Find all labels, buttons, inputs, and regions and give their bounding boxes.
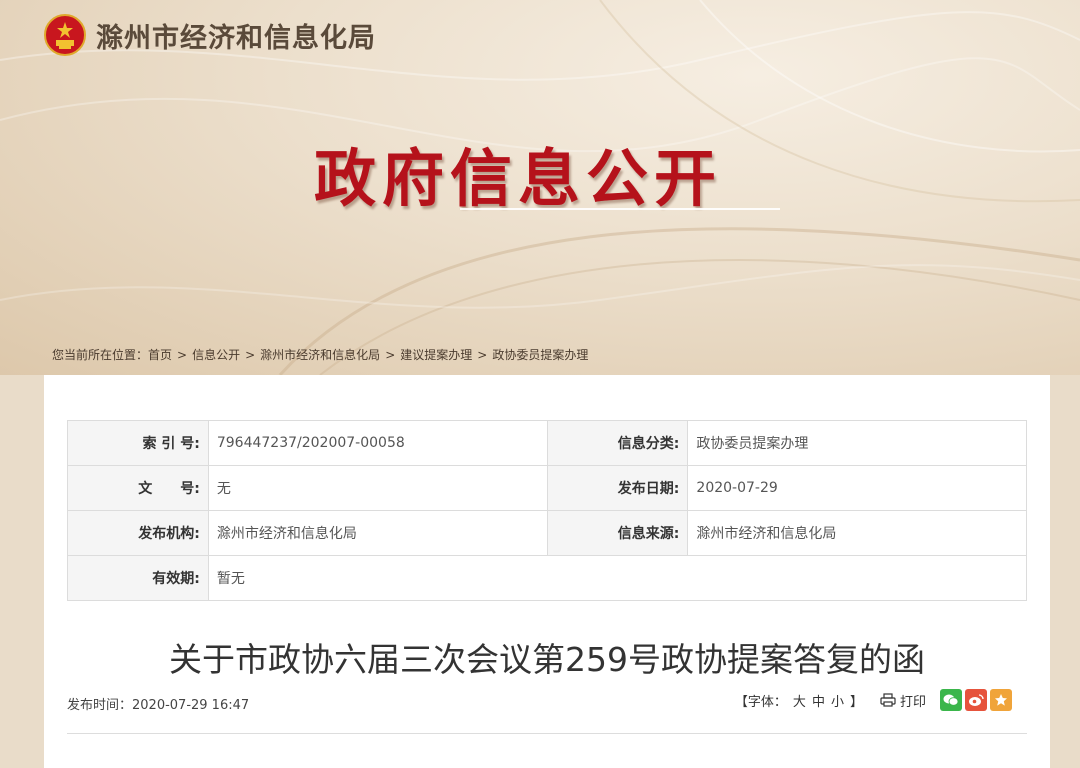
national-emblem-icon (44, 14, 86, 56)
table-row: 发布机构: 滁州市经济和信息化局 信息来源: 滁州市经济和信息化局 (67, 510, 1027, 556)
breadcrumb-separator: > (385, 348, 396, 362)
breadcrumb-prefix: 您当前所在位置： (52, 348, 149, 362)
category-value: 政协委员提案办理 (687, 420, 1027, 466)
doc-number-label: 文 号: (67, 465, 209, 511)
hero-underline (460, 208, 780, 210)
breadcrumb-separator: > (177, 348, 188, 362)
category-label: 信息分类: (546, 420, 689, 466)
table-row: 有效期: 暂无 (67, 555, 1028, 601)
favorite-star-icon[interactable] (990, 689, 1012, 711)
index-number-value: 796447237/202007-00058 (207, 420, 548, 466)
publish-date-value: 2020-07-29 (687, 465, 1027, 511)
weibo-share-icon[interactable] (965, 689, 987, 711)
site-logo[interactable]: 滁州市经济和信息化局 (44, 14, 376, 56)
print-button[interactable]: 打印 (880, 691, 926, 710)
printer-icon (880, 693, 896, 707)
info-meta-table: 索 引 号: 796447237/202007-00058 信息分类: 政协委员… (67, 420, 1028, 601)
table-row: 索 引 号: 796447237/202007-00058 信息分类: 政协委员… (67, 420, 1027, 466)
breadcrumb-cppcc-proposal[interactable]: 政协委员提案办理 (492, 348, 588, 362)
validity-value: 暂无 (207, 555, 1028, 601)
share-buttons (940, 689, 1012, 711)
font-size-suffix: 】 (849, 694, 863, 710)
publisher-value: 滁州市经济和信息化局 (207, 510, 548, 556)
publish-date-label: 发布日期: (546, 465, 689, 511)
article-tools: 【字体： 大中小】 打印 (732, 689, 1012, 711)
index-number-label: 索 引 号: (67, 420, 209, 466)
font-size-large[interactable]: 大 (793, 695, 806, 710)
breadcrumb-separator: > (245, 348, 256, 362)
breadcrumb-home[interactable]: 首页 (148, 348, 172, 362)
publisher-label: 发布机构: (67, 510, 209, 556)
site-name: 滁州市经济和信息化局 (96, 22, 376, 54)
font-size-small[interactable]: 小 (831, 695, 844, 710)
publish-time: 发布时间：2020-07-29 16:47 (67, 698, 250, 713)
content-panel: 索 引 号: 796447237/202007-00058 信息分类: 政协委员… (44, 375, 1050, 768)
print-label: 打印 (899, 694, 926, 710)
wechat-share-icon[interactable] (940, 689, 962, 711)
table-row: 文 号: 无 发布日期: 2020-07-29 (67, 465, 1027, 511)
breadcrumb-proposal-handling[interactable]: 建议提案办理 (400, 348, 472, 362)
breadcrumb-bureau[interactable]: 滁州市经济和信息化局 (260, 348, 380, 362)
breadcrumb: 您当前所在位置：首页 > 信息公开 > 滁州市经济和信息化局 > 建议提案办理 > 政协委员提案… (52, 346, 588, 363)
font-size-prefix: 【字体： (734, 694, 787, 710)
source-label: 信息来源: (546, 510, 689, 556)
validity-label: 有效期: (67, 555, 209, 601)
header-banner: 滁州市经济和信息化局 政府信息公开 您当前所在位置：首页 > 信息公开 > 滁州市经济和… (0, 0, 1080, 375)
hero-title: 政府信息公开 (314, 142, 723, 215)
font-size-selector: 【字体： 大中小】 (732, 691, 866, 710)
section-divider (67, 733, 1027, 734)
breadcrumb-separator: > (477, 348, 488, 362)
breadcrumb-info-public[interactable]: 信息公开 (192, 348, 240, 362)
doc-number-value: 无 (207, 465, 548, 511)
font-size-medium[interactable]: 中 (812, 695, 825, 710)
article-title: 关于市政协六届三次会议第259号政协提案答复的函 (169, 640, 925, 679)
source-value: 滁州市经济和信息化局 (687, 510, 1027, 556)
